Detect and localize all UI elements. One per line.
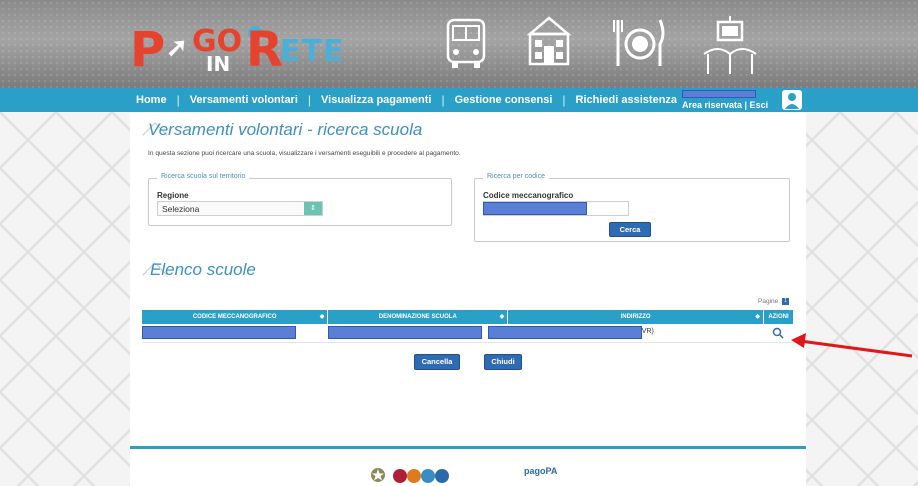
page-1-button[interactable]: 1: [782, 298, 790, 305]
school-building-icon: [526, 16, 572, 66]
territory-search-box: Ricerca scuola sul territorio Regione Se…: [148, 173, 452, 226]
nav-richiedi-assistenza[interactable]: Richiedi assistenza: [566, 94, 688, 106]
redacted-denominazione: [327, 326, 482, 339]
table-row: VR): [142, 324, 794, 343]
pagination-label: Pagine: [758, 298, 779, 306]
col-denominazione-header[interactable]: DENOMINAZIONE SCUOLA ◆: [327, 310, 509, 324]
logo-r: R: [246, 22, 283, 78]
page-title: Versamenti volontari - ricerca scuola: [148, 120, 423, 139]
redacted-codice: [142, 326, 296, 339]
italian-republic-emblem-icon: [371, 468, 385, 482]
cutlery-plate-icon: [613, 19, 665, 66]
nav-versamenti-volontari[interactable]: Versamenti volontari: [180, 94, 308, 106]
header-banner: P ➚ GO IN R ETE: [0, 0, 918, 88]
code-input[interactable]: [483, 201, 629, 216]
page-intro: In questa sezione puoi ricercare una scu…: [148, 150, 461, 157]
cell-codice: [142, 324, 328, 343]
miur-logo-icon: [393, 469, 449, 483]
redacted-code: [483, 202, 587, 215]
sort-icon: ◆: [319, 314, 325, 320]
schools-table: CODICE MECCANOGRAFICO ◆ DENOMINAZIONE SCU…: [142, 310, 795, 343]
cell-denominazione: [327, 324, 508, 343]
redacted-indirizzo: [487, 326, 642, 339]
code-search-box: Ricerca per codice Codice meccanografico…: [474, 173, 790, 242]
pagopa-logo: pagoPA: [524, 466, 558, 476]
area-riservata-link[interactable]: Area riservata | Esci: [682, 100, 768, 110]
logo-ete: ETE: [280, 34, 345, 69]
logo-in: IN: [206, 52, 231, 76]
search-icon[interactable]: [772, 327, 785, 339]
main-panel: Versamenti volontari - ricerca scuola In…: [130, 112, 806, 486]
user-area[interactable]: Area riservata | Esci: [678, 90, 768, 110]
redacted-username: [682, 90, 756, 98]
region-label: Regione: [157, 191, 189, 200]
school-bus-icon: [446, 18, 486, 68]
region-select[interactable]: Seleziona ⇕: [157, 201, 323, 216]
main-nav: Home | Versamenti volontari | Visualizza…: [0, 88, 918, 112]
museum-exhibit-icon: [703, 16, 757, 74]
select-arrows-icon[interactable]: ⇕: [304, 202, 322, 215]
search-button[interactable]: Cerca: [609, 222, 651, 237]
nav-home[interactable]: Home: [136, 94, 177, 106]
territory-legend: Ricerca scuola sul territorio: [157, 173, 250, 180]
pagoinrete-logo[interactable]: P ➚ GO IN R ETE: [130, 20, 343, 78]
code-legend: Ricerca per codice: [483, 173, 549, 180]
address-suffix: VR): [641, 328, 654, 335]
cursor-arrow-icon: ➚: [166, 32, 188, 62]
col-azioni-header: AZIONI: [763, 310, 795, 324]
col-codice-header[interactable]: CODICE MECCANOGRAFICO ◆: [142, 310, 329, 324]
nav-visualizza-pagamenti[interactable]: Visualizza pagamenti: [311, 94, 441, 106]
cell-azioni: [763, 324, 794, 343]
user-avatar-icon[interactable]: [782, 90, 802, 110]
code-label: Codice meccanografico: [483, 191, 574, 200]
list-title: Elenco scuole: [150, 260, 256, 279]
cell-indirizzo: VR): [487, 324, 764, 343]
region-select-value: Seleziona: [162, 204, 200, 214]
sort-icon: ◆: [755, 314, 760, 320]
cancel-button[interactable]: Cancella: [414, 354, 460, 370]
logo-p: P: [130, 22, 166, 78]
pagination: Pagine 1: [758, 298, 790, 306]
col-indirizzo-header[interactable]: INDIRIZZO ◆: [507, 310, 764, 324]
footer-divider: [130, 446, 806, 449]
nav-gestione-consensi[interactable]: Gestione consensi: [445, 94, 563, 106]
close-button[interactable]: Chiudi: [484, 354, 522, 370]
sort-icon: ◆: [499, 314, 505, 320]
